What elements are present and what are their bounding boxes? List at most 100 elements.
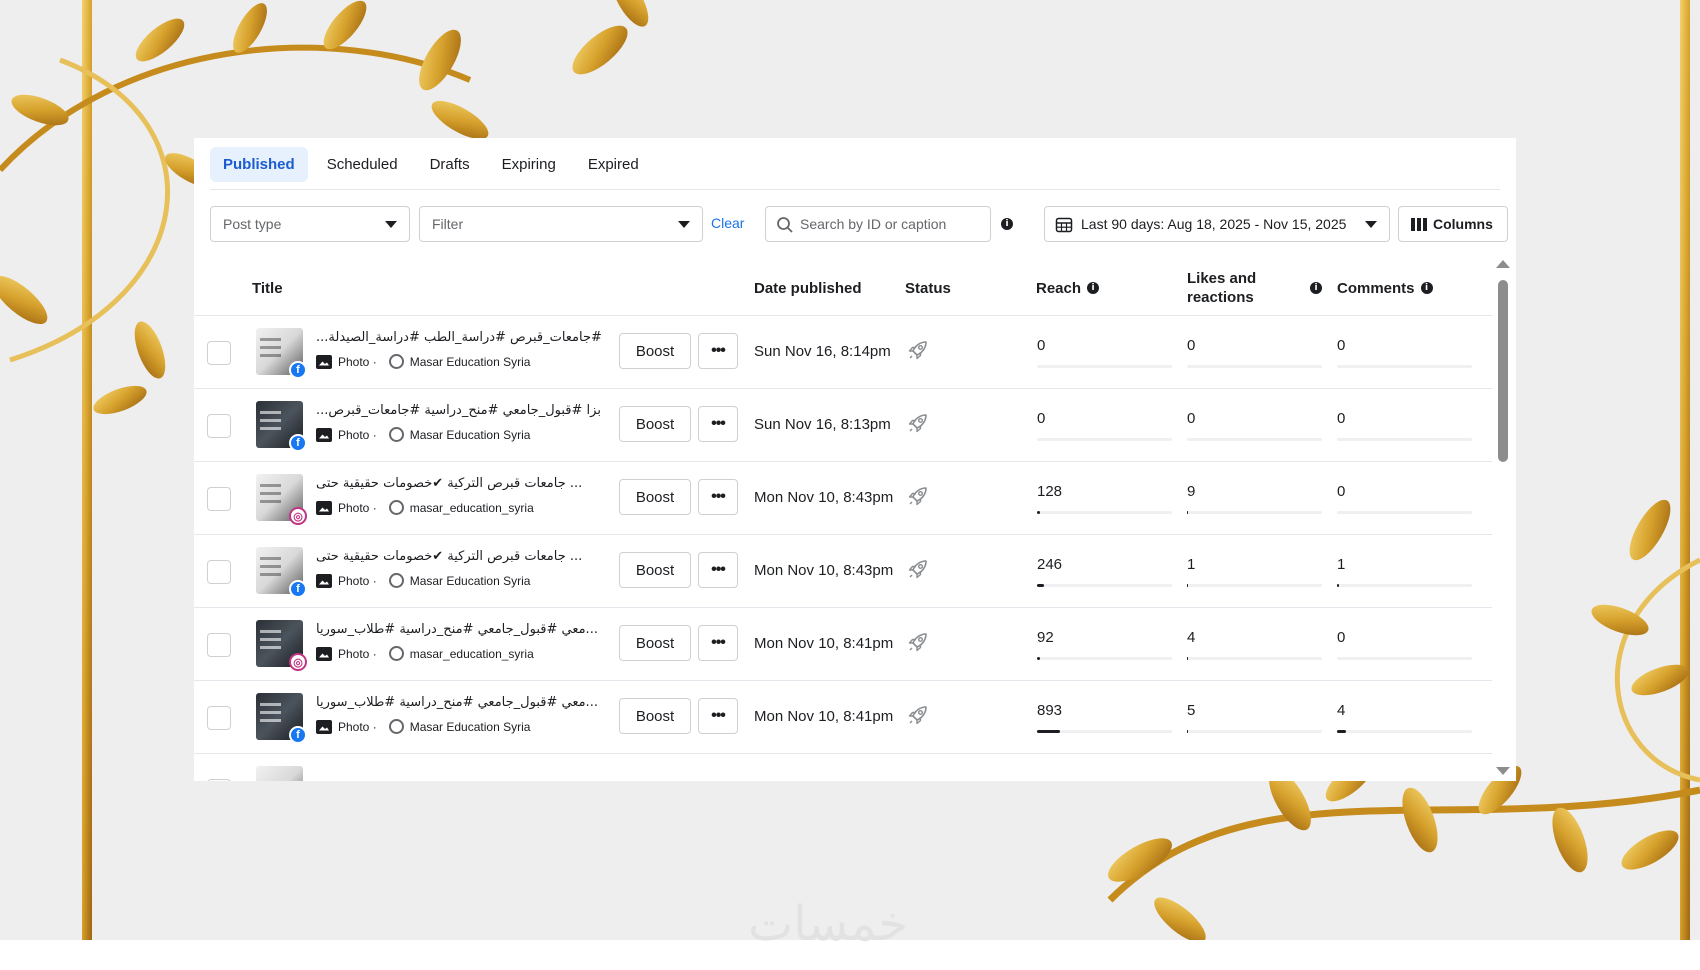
- comments-bar: [1337, 584, 1472, 587]
- facebook-icon: f: [289, 726, 307, 744]
- post-caption[interactable]: ... جامعات قبرص التركية ✔خصومات حقيقية ح…: [316, 476, 606, 491]
- info-icon[interactable]: i: [1420, 282, 1433, 294]
- more-options-button[interactable]: •••: [698, 333, 738, 369]
- table-row[interactable]: f ... جامعات قبرص التركية ✔خصومات حقيقية …: [194, 535, 1492, 608]
- boost-button[interactable]: Boost: [619, 552, 691, 588]
- table-row[interactable]: f #جامعات_قبرص #دراسة_الطب #دراسة_الصيدلة…: [194, 316, 1492, 389]
- tab-expiring[interactable]: Expiring: [489, 147, 569, 182]
- likes-bar-fill: [1187, 657, 1188, 660]
- reach-bar-fill: [1037, 584, 1044, 587]
- reach-cell: 893: [1037, 702, 1172, 733]
- tab-expired[interactable]: Expired: [575, 147, 652, 182]
- more-options-button[interactable]: •••: [698, 406, 738, 442]
- globe-icon: [388, 354, 404, 369]
- info-icon[interactable]: i: [1001, 218, 1013, 230]
- more-options-button[interactable]: •••: [698, 479, 738, 515]
- row-checkbox[interactable]: [207, 487, 231, 511]
- header-title-label: Title: [252, 279, 283, 297]
- comments-bar-fill: [1337, 730, 1347, 733]
- boost-button[interactable]: Boost: [619, 406, 691, 442]
- post-caption[interactable]: ...معي #قبول_جامعي #منح_دراسية #طلاب_سور…: [316, 622, 606, 637]
- header-title[interactable]: Title: [252, 260, 283, 316]
- comments-value: 0: [1337, 483, 1346, 500]
- post-meta: Photo · masar_education_syria: [316, 500, 534, 515]
- date-published: Mon Nov 10, 8:43pm: [754, 489, 894, 506]
- row-checkbox[interactable]: [207, 414, 231, 438]
- rocket-icon: [908, 706, 927, 725]
- more-options-button[interactable]: •••: [698, 698, 738, 734]
- more-options-button[interactable]: •••: [698, 552, 738, 588]
- columns-button[interactable]: Columns: [1398, 206, 1508, 242]
- info-icon[interactable]: i: [1087, 282, 1100, 294]
- header-comments-label: Comments: [1337, 279, 1415, 297]
- header-date-published[interactable]: Date published: [754, 260, 862, 316]
- likes-bar: [1187, 438, 1322, 441]
- search-input[interactable]: Search by ID or caption: [765, 206, 991, 242]
- columns-label: Columns: [1433, 216, 1493, 232]
- comments-bar-fill: [1337, 584, 1340, 587]
- account-name: Masar Education Syria: [409, 719, 531, 734]
- header-likes-label: Likes and reactions: [1187, 270, 1257, 306]
- boost-button[interactable]: Boost: [619, 625, 691, 661]
- photo-icon: [316, 719, 332, 734]
- table-row[interactable]: f بزا #قبول_جامعي #منح_دراسية #جامعات_قبر…: [194, 389, 1492, 462]
- comments-value: 0: [1337, 337, 1346, 354]
- table-row-partial[interactable]: [194, 754, 1492, 781]
- reach-bar: [1037, 365, 1172, 368]
- tab-published[interactable]: Published: [210, 146, 308, 182]
- post-meta: Photo · masar_education_syria: [316, 646, 534, 661]
- tab-scheduled[interactable]: Scheduled: [314, 147, 411, 182]
- photo-icon: [316, 427, 332, 442]
- info-icon[interactable]: i: [1310, 282, 1322, 294]
- boost-button[interactable]: Boost: [619, 479, 691, 515]
- likes-cell: 4: [1187, 629, 1322, 660]
- reach-value: 128: [1037, 483, 1063, 500]
- header-reach[interactable]: Reach i: [1036, 260, 1100, 316]
- post-meta: Photo · Masar Education Syria: [316, 573, 530, 588]
- more-options-button[interactable]: •••: [698, 625, 738, 661]
- table-row[interactable]: ◎ ...معي #قبول_جامعي #منح_دراسية #طلاب_سو…: [194, 608, 1492, 681]
- scroll-up-icon[interactable]: [1496, 260, 1510, 268]
- globe-icon: [388, 573, 404, 588]
- photo-icon: [316, 354, 332, 369]
- date-published: Mon Nov 10, 8:41pm: [754, 635, 894, 652]
- post-caption[interactable]: #جامعات_قبرص #دراسة_الطب #دراسة_الصيدلة.…: [316, 330, 606, 345]
- header-date-label: Date published: [754, 279, 862, 297]
- post-caption[interactable]: ... جامعات قبرص التركية ✔خصومات حقيقية ح…: [316, 549, 606, 564]
- scroll-down-icon[interactable]: [1496, 767, 1510, 775]
- comments-cell: 0: [1337, 629, 1472, 660]
- clear-link[interactable]: Clear: [711, 215, 744, 231]
- post-meta: Photo · Masar Education Syria: [316, 719, 530, 734]
- table-row[interactable]: f ...معي #قبول_جامعي #منح_دراسية #طلاب_سو…: [194, 681, 1492, 754]
- post-caption[interactable]: بزا #قبول_جامعي #منح_دراسية #جامعات_قبرص…: [316, 403, 606, 418]
- row-checkbox[interactable]: [207, 706, 231, 730]
- header-status[interactable]: Status: [905, 260, 951, 316]
- reach-value: 246: [1037, 556, 1063, 573]
- boost-button[interactable]: Boost: [619, 698, 691, 734]
- row-checkbox[interactable]: [207, 341, 231, 365]
- likes-value: 5: [1187, 702, 1196, 719]
- scroll-thumb[interactable]: [1498, 280, 1508, 462]
- date-published: Mon Nov 10, 8:41pm: [754, 708, 894, 725]
- row-checkbox[interactable]: [207, 633, 231, 657]
- likes-value: 9: [1187, 483, 1196, 500]
- instagram-icon: ◎: [289, 653, 307, 671]
- watermark: خمسات: [748, 896, 909, 952]
- post-caption[interactable]: ...معي #قبول_جامعي #منح_دراسية #طلاب_سور…: [316, 695, 606, 710]
- date-range-picker[interactable]: Last 90 days: Aug 18, 2025 - Nov 15, 202…: [1044, 206, 1390, 242]
- tab-drafts[interactable]: Drafts: [417, 147, 483, 182]
- reach-bar-fill: [1037, 730, 1060, 733]
- filter-dropdown[interactable]: Filter: [419, 206, 703, 242]
- header-likes[interactable]: Likes and reactions i: [1187, 260, 1322, 316]
- table-row[interactable]: ◎ ... جامعات قبرص التركية ✔خصومات حقيقية …: [194, 462, 1492, 535]
- scrollbar[interactable]: [1494, 260, 1512, 781]
- reach-value: 0: [1037, 337, 1046, 354]
- post-type-dropdown[interactable]: Post type: [210, 206, 410, 242]
- boost-button[interactable]: Boost: [619, 333, 691, 369]
- reach-bar: [1037, 730, 1172, 733]
- comments-bar: [1337, 365, 1472, 368]
- row-checkbox[interactable]: [207, 560, 231, 584]
- row-checkbox[interactable]: [207, 779, 231, 781]
- post-thumbnail[interactable]: [256, 766, 303, 781]
- header-comments[interactable]: Comments i: [1337, 260, 1433, 316]
